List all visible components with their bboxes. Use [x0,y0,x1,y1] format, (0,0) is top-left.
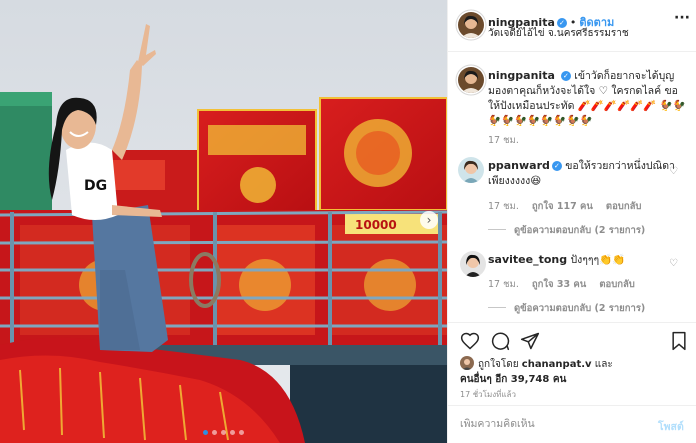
post-photo[interactable]: 10000 DG › [0,0,447,443]
more-options-icon[interactable]: ··· [674,10,690,26]
comment-text: ปังๆๆๆ👏👏 [570,254,626,266]
caption-meta: 17 ชม. [488,133,529,148]
comment-username[interactable]: ppanward [488,159,550,172]
header-divider [448,51,696,52]
comment-icon[interactable] [490,331,510,351]
reply-button[interactable]: ตอบกลับ [606,201,642,212]
post-comment-button[interactable]: โพสต์ [658,418,684,435]
comment-username[interactable]: savitee_tong [488,253,567,266]
banner-text: 10000 [355,218,397,232]
carousel-dot[interactable] [212,430,217,435]
carousel-next-button[interactable]: › [420,211,438,229]
view-replies-button[interactable]: ดูข้อความตอบกลับ (2 รายการ) [514,301,645,316]
liked-by-avatar[interactable] [460,356,474,370]
carousel-dot[interactable] [230,430,235,435]
comment-time: 17 ชม. [488,201,519,212]
comment-meta: 17 ชม. ถูกใจ 33 คน ตอบกลับ [488,277,645,292]
carousel-dot[interactable] [239,430,244,435]
liked-by-user[interactable]: chananpat.v [522,359,592,370]
comment-meta: 17 ชม. ถูกใจ 117 คน ตอบกลับ [488,199,651,214]
heart-icon[interactable] [460,331,480,351]
liked-by-prefix: ถูกใจโดย [478,359,519,370]
action-bar [460,331,688,351]
reply-button[interactable]: ตอบกลับ [599,279,635,290]
liked-by-others[interactable]: คนอื่นๆ อีก 39,748 คน [460,374,566,385]
comment-likes[interactable]: ถูกใจ 117 คน [532,201,593,212]
like-comment-heart-icon[interactable]: ♡ [669,166,678,177]
post-caption: ningpanita ✓ เข้าวัดก็อยากจะได้บุญ มองตาค… [488,68,688,129]
liked-by-and: และ [594,359,613,370]
carousel-dot[interactable] [203,430,208,435]
comment-item: savitee_tong ปังๆๆๆ👏👏 [488,252,678,268]
post-timestamp[interactable]: 17 ชั่วโมงที่แล้ว [460,388,516,401]
post-side-panel: ningpanita ✓ • ติดตาม วัดเจดีย์ไอ้ไข่ จ.นคร… [447,0,696,443]
verified-badge-icon: ✓ [560,71,571,81]
bookmark-icon[interactable] [670,331,688,351]
verified-badge-icon: ✓ [551,161,562,171]
carousel-dot[interactable] [221,430,226,435]
like-comment-heart-icon[interactable]: ♡ [669,258,678,269]
comment-composer: โพสต์ [448,405,696,443]
likes-summary: ถูกใจโดย chananpat.v และ คนอื่นๆ อีก 39,… [460,356,690,387]
post-location[interactable]: วัดเจดีย์ไอ้ไข่ จ.นครศรีธรรมราช [488,26,629,41]
svg-text:DG: DG [84,178,107,194]
caption-username[interactable]: ningpanita [488,69,555,82]
author-avatar[interactable] [458,12,484,38]
comment-time: 17 ชม. [488,279,519,290]
comment-item: ppanward ✓ ขอให้รวยกว่าหนึ่งปณิดาเพียงงงง… [488,158,678,189]
chevron-right-icon: › [426,213,432,227]
commenter-avatar[interactable] [460,251,486,277]
comment-likes[interactable]: ถูกใจ 33 คน [532,279,586,290]
share-icon[interactable] [520,331,540,351]
commenter-avatar[interactable] [458,157,484,183]
carousel-dots [0,430,447,435]
caption-avatar[interactable] [458,67,484,93]
actions-divider [448,322,696,323]
comment-input[interactable] [460,418,630,430]
caption-time[interactable]: 17 ชม. [488,135,519,146]
photo-illustration: 10000 DG [0,0,447,443]
view-replies-button[interactable]: ดูข้อความตอบกลับ (2 รายการ) [514,223,645,238]
